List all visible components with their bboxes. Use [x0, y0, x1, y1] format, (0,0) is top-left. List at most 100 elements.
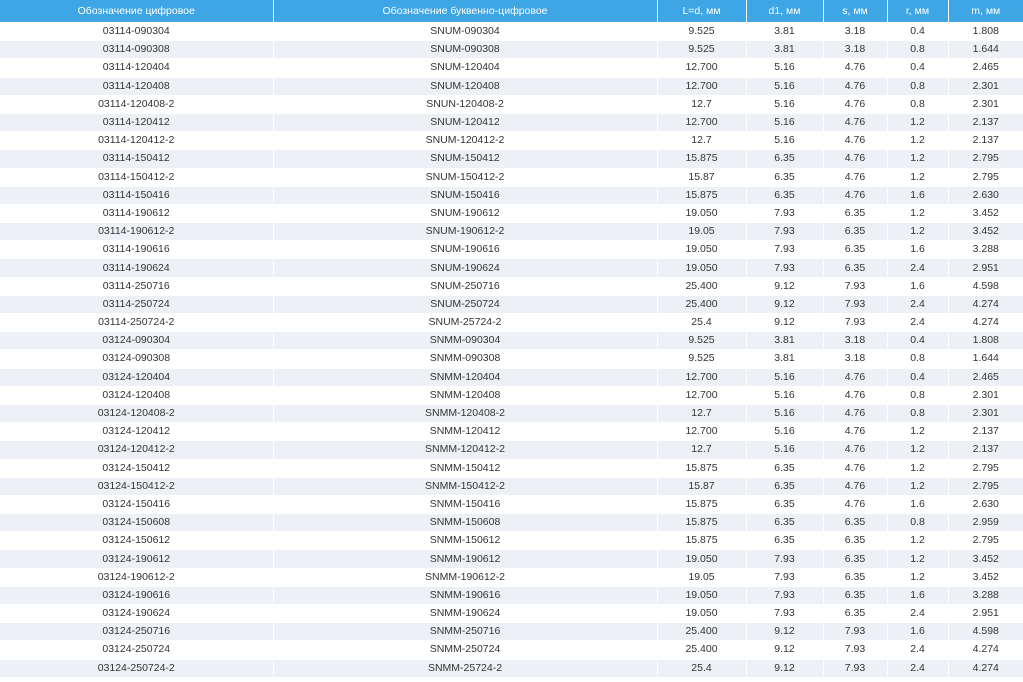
- cell-alphanumeric-designation: SNMM-150608: [273, 513, 658, 533]
- cell-thickness: 4.76: [823, 368, 888, 387]
- cell-thickness: 6.35: [823, 513, 888, 533]
- cell-d1: 5.16: [746, 58, 824, 78]
- cell-length: 9.525: [657, 22, 747, 42]
- cell-length: 19.050: [657, 204, 747, 224]
- cell-d1: 5.16: [746, 422, 824, 442]
- cell-d1: 7.93: [746, 604, 824, 624]
- cell-length: 12.700: [657, 422, 747, 442]
- cell-d1: 5.16: [746, 113, 824, 133]
- table-row: 03114-190616 SNUM-190616 19.050 7.93 6.35 1.6…: [0, 240, 1023, 260]
- cell-radius: 0.8: [887, 95, 949, 114]
- cell-radius: 1.2: [887, 222, 949, 242]
- cell-radius: 1.2: [887, 422, 949, 442]
- cell-m: 1.644: [948, 40, 1023, 60]
- cell-radius: 1.2: [887, 113, 949, 133]
- cell-numeric-designation: 03114-090308: [0, 40, 274, 60]
- cell-thickness: 6.35: [823, 240, 888, 260]
- table-row: 03124-150612 SNMM-150612 15.875 6.35 6.35 1.2…: [0, 531, 1023, 551]
- cell-alphanumeric-designation: SNUM-090304: [273, 22, 658, 42]
- cell-m: 2.465: [948, 368, 1023, 387]
- cell-numeric-designation: 03124-120412: [0, 422, 274, 442]
- cell-length: 12.700: [657, 77, 747, 96]
- cell-numeric-designation: 03114-190612-2: [0, 222, 274, 242]
- table-row: 03114-190624 SNUM-190624 19.050 7.93 6.35 2.4…: [0, 258, 1023, 278]
- cell-length: 25.4: [657, 659, 747, 678]
- cell-m: 2.959: [948, 513, 1023, 533]
- cell-m: 2.301: [948, 77, 1023, 96]
- cell-radius: 1.6: [887, 240, 949, 260]
- table-row: 03114-090308 SNUM-090308 9.525 3.81 3.18 0.8 1…: [0, 40, 1023, 60]
- cell-d1: 7.93: [746, 204, 824, 224]
- table-header: Обозначение цифровое Обозначение буквенн…: [0, 0, 1023, 23]
- cell-length: 15.875: [657, 513, 747, 533]
- cell-length: 19.050: [657, 549, 747, 569]
- cell-numeric-designation: 03124-250724-2: [0, 659, 274, 678]
- cell-length: 19.050: [657, 258, 747, 278]
- cell-length: 19.050: [657, 604, 747, 624]
- cell-thickness: 3.18: [823, 22, 888, 42]
- cell-radius: 1.6: [887, 622, 949, 642]
- cell-numeric-designation: 03124-150416: [0, 495, 274, 515]
- cell-d1: 6.35: [746, 477, 824, 496]
- cell-d1: 5.16: [746, 368, 824, 387]
- cell-alphanumeric-designation: SNMM-190616: [273, 586, 658, 606]
- cell-thickness: 3.18: [823, 331, 888, 351]
- cell-numeric-designation: 03124-190612: [0, 549, 274, 569]
- cell-d1: 3.81: [746, 22, 824, 42]
- cell-d1: 3.81: [746, 40, 824, 60]
- cell-numeric-designation: 03114-250716: [0, 277, 274, 296]
- cell-numeric-designation: 03124-090308: [0, 349, 274, 369]
- cell-numeric-designation: 03124-150412: [0, 459, 274, 478]
- cell-m: 2.795: [948, 459, 1023, 478]
- cell-d1: 7.93: [746, 222, 824, 242]
- cell-alphanumeric-designation: SNUM-150416: [273, 186, 658, 205]
- cell-length: 12.700: [657, 368, 747, 387]
- cell-thickness: 4.76: [823, 422, 888, 442]
- table-row: 03124-120412-2 SNMM-120412-2 12.7 5.16 4.76 1…: [0, 440, 1023, 460]
- cell-radius: 0.4: [887, 58, 949, 78]
- cell-m: 1.808: [948, 331, 1023, 351]
- cell-numeric-designation: 03124-190616: [0, 586, 274, 606]
- table-row: 03114-120412-2 SNUM-120412-2 12.7 5.16 4.76 1…: [0, 131, 1023, 151]
- cell-radius: 1.6: [887, 586, 949, 606]
- cell-m: 4.274: [948, 295, 1023, 315]
- cell-numeric-designation: 03124-150412-2: [0, 477, 274, 496]
- cell-numeric-designation: 03114-120408-2: [0, 95, 274, 114]
- cell-d1: 3.81: [746, 331, 824, 351]
- cell-alphanumeric-designation: SNMM-090304: [273, 331, 658, 351]
- cell-thickness: 4.76: [823, 386, 888, 405]
- cell-d1: 6.35: [746, 495, 824, 515]
- table-row: 03124-090308 SNMM-090308 9.525 3.81 3.18 0.8 1…: [0, 349, 1023, 369]
- cell-length: 25.400: [657, 622, 747, 642]
- cell-alphanumeric-designation: SNUN-120408-2: [273, 95, 658, 114]
- cell-numeric-designation: 03124-120408-2: [0, 404, 274, 424]
- cell-thickness: 4.76: [823, 113, 888, 133]
- table-row: 03124-120408-2 SNMM-120408-2 12.7 5.16 4.76 0…: [0, 404, 1023, 424]
- cell-thickness: 6.35: [823, 222, 888, 242]
- cell-alphanumeric-designation: SNMM-120404: [273, 368, 658, 387]
- table-row: 03124-190624 SNMM-190624 19.050 7.93 6.35 2.4…: [0, 604, 1023, 624]
- cell-radius: 2.4: [887, 640, 949, 660]
- cell-thickness: 3.18: [823, 40, 888, 60]
- table-row: 03114-120404 SNUM-120404 12.700 5.16 4.76 0.4…: [0, 58, 1023, 78]
- cell-thickness: 4.76: [823, 168, 888, 187]
- cell-thickness: 4.76: [823, 459, 888, 478]
- cell-m: 2.951: [948, 258, 1023, 278]
- cell-numeric-designation: 03114-090304: [0, 22, 274, 42]
- table-body: 03114-090304 SNUM-090304 9.525 3.81 3.18 0.4 1…: [0, 22, 1023, 678]
- cell-length: 19.05: [657, 222, 747, 242]
- header-row: Обозначение цифровое Обозначение буквенн…: [0, 0, 1023, 23]
- cell-alphanumeric-designation: SNUM-250716: [273, 277, 658, 296]
- cell-length: 12.700: [657, 386, 747, 405]
- cell-radius: 1.2: [887, 149, 949, 169]
- cell-m: 2.795: [948, 168, 1023, 187]
- header-length: L=d, мм: [657, 0, 747, 23]
- cell-radius: 0.4: [887, 22, 949, 42]
- cell-alphanumeric-designation: SNUM-150412: [273, 149, 658, 169]
- header-m: m, мм: [948, 0, 1023, 23]
- cell-length: 19.05: [657, 568, 747, 587]
- cell-length: 12.7: [657, 95, 747, 114]
- cell-d1: 6.35: [746, 186, 824, 205]
- cell-numeric-designation: 03124-190624: [0, 604, 274, 624]
- cell-d1: 6.35: [746, 149, 824, 169]
